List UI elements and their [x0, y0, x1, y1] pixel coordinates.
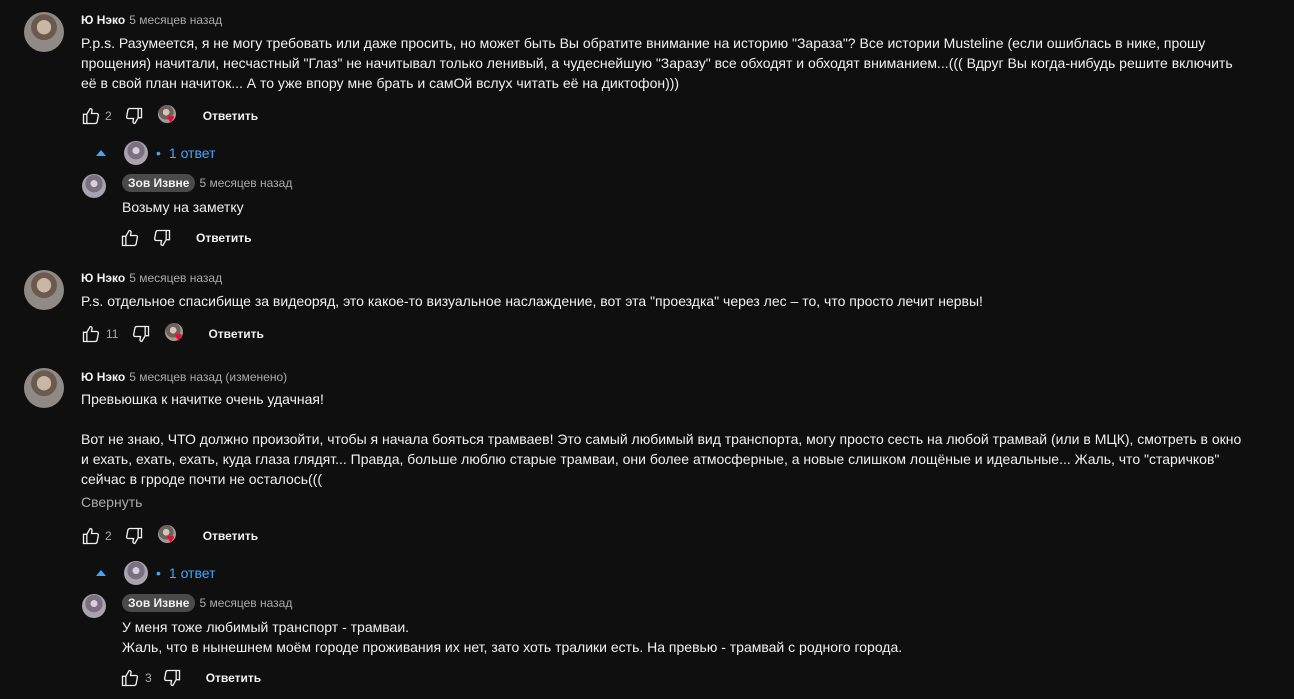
- heart-icon: ♥: [166, 531, 175, 546]
- replies-toggle[interactable]: • 1 ответ: [96, 561, 216, 585]
- thumb-down-icon: [125, 107, 142, 125]
- comment-text: Возьму на заметку: [122, 199, 244, 215]
- reply-button[interactable]: Ответить: [208, 327, 263, 341]
- comment-text: P.s. отдельное спасибище за видеоряд, эт…: [81, 293, 983, 309]
- creator-heart-badge: ♥: [157, 104, 182, 128]
- caret-up-icon: [96, 150, 106, 156]
- avatar[interactable]: [24, 12, 64, 52]
- author-name[interactable]: Зов Извне: [122, 594, 196, 612]
- author-name[interactable]: Ю Нэко: [81, 370, 125, 384]
- author-name[interactable]: Зов Извне: [122, 174, 196, 192]
- thumb-down-icon: [133, 325, 150, 343]
- thumb-up-icon: [121, 669, 139, 687]
- creator-heart-badge: ♥: [165, 322, 189, 346]
- comment-time[interactable]: 5 месяцев назад (изменено): [129, 370, 287, 384]
- like-button[interactable]: [118, 666, 142, 690]
- like-button[interactable]: [79, 524, 103, 548]
- reply-button[interactable]: Ответить: [196, 231, 251, 245]
- comment-time[interactable]: 5 месяцев назад: [129, 271, 222, 285]
- replies-count-label[interactable]: 1 ответ: [169, 565, 216, 581]
- dislike-button[interactable]: [150, 226, 174, 250]
- replier-avatar: [124, 141, 148, 165]
- comment-actions: 2 ♥ Ответить: [79, 104, 258, 128]
- dislike-button[interactable]: [122, 104, 146, 128]
- reply-button[interactable]: Ответить: [203, 529, 258, 543]
- like-count: 11: [106, 327, 119, 341]
- collapse-link[interactable]: Свернуть: [81, 494, 142, 510]
- comment-time[interactable]: 5 месяцев назад: [199, 596, 292, 610]
- like-button[interactable]: [79, 104, 103, 128]
- comment-actions: Ответить: [118, 226, 251, 250]
- like-button[interactable]: [118, 226, 142, 250]
- replies-count-label[interactable]: 1 ответ: [169, 145, 216, 161]
- caret-up-icon: [96, 570, 106, 576]
- like-count: 2: [105, 109, 112, 123]
- dislike-button[interactable]: [129, 322, 153, 346]
- dislike-button[interactable]: [160, 666, 184, 690]
- comment-actions: 3 Ответить: [118, 666, 261, 690]
- replies-toggle[interactable]: • 1 ответ: [96, 141, 216, 165]
- heart-icon: ♥: [174, 329, 183, 344]
- replier-avatar: [124, 561, 148, 585]
- avatar[interactable]: [24, 270, 64, 310]
- thumb-up-icon: [82, 107, 100, 125]
- comment-actions: 2 ♥ Ответить: [79, 524, 258, 548]
- avatar[interactable]: [82, 174, 106, 198]
- comment-meta: Зов Извне 5 месяцев назад: [122, 594, 292, 612]
- comment-meta: Ю Нэко 5 месяцев назад (изменено): [81, 370, 287, 384]
- thumb-up-icon: [82, 325, 100, 343]
- comment-text: P.p.s. Разумеется, я не могу требовать и…: [81, 35, 1237, 91]
- creator-heart-badge: ♥: [157, 524, 182, 548]
- like-count: 3: [145, 671, 152, 685]
- like-button[interactable]: [79, 322, 103, 346]
- heart-icon: ♥: [166, 111, 175, 126]
- comment-text: Превьюшка к начитке очень удачная! Вот н…: [81, 391, 1242, 487]
- like-count: 2: [105, 529, 112, 543]
- thumb-up-icon: [121, 229, 139, 247]
- author-name[interactable]: Ю Нэко: [81, 271, 125, 285]
- comment-meta: Зов Извне 5 месяцев назад: [122, 174, 292, 192]
- separator-dot: •: [156, 565, 161, 581]
- thumb-down-icon: [163, 669, 180, 687]
- comment-time[interactable]: 5 месяцев назад: [199, 176, 292, 190]
- comment-actions: 11 ♥ Ответить: [79, 322, 264, 346]
- thumb-down-icon: [153, 229, 171, 247]
- avatar[interactable]: [24, 368, 64, 408]
- thumb-up-icon: [82, 527, 100, 545]
- comment-time[interactable]: 5 месяцев назад: [129, 13, 222, 27]
- thumb-down-icon: [125, 527, 142, 545]
- reply-button[interactable]: Ответить: [206, 671, 261, 685]
- reply-button[interactable]: Ответить: [203, 109, 258, 123]
- dislike-button[interactable]: [122, 524, 146, 548]
- comment-meta: Ю Нэко 5 месяцев назад: [81, 271, 222, 285]
- comments-thread: Ю Нэко 5 месяцев назад P.p.s. Разумеется…: [0, 0, 1294, 699]
- separator-dot: •: [156, 145, 161, 161]
- comment-meta: Ю Нэко 5 месяцев назад: [81, 13, 222, 27]
- comment-text: У меня тоже любимый транспорт - трамваи.…: [122, 619, 903, 655]
- avatar[interactable]: [82, 594, 106, 618]
- author-name[interactable]: Ю Нэко: [81, 13, 125, 27]
